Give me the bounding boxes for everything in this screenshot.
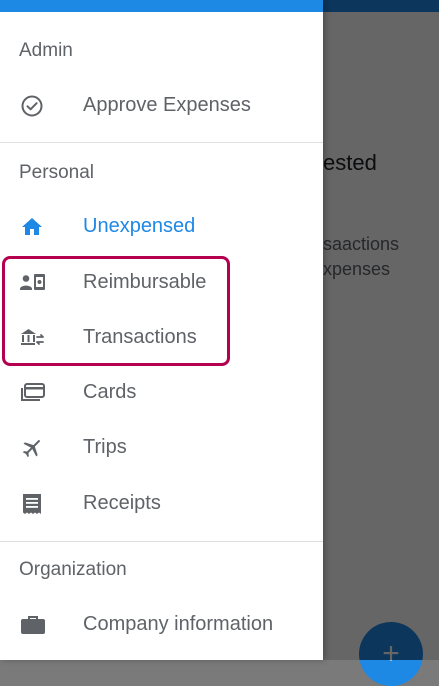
airplane-icon (20, 436, 44, 460)
nav-item-unexpensed[interactable]: Unexpensed (0, 200, 323, 254)
home-icon (20, 215, 44, 239)
nav-item-label: Approve Expenses (83, 94, 251, 116)
section-title-personal: Personal (19, 162, 94, 183)
nav-item-label: Unexpensed (83, 215, 196, 237)
drawer-top-bar (0, 0, 323, 12)
nav-item-cards[interactable]: Cards (0, 366, 323, 420)
nav-item-label: Cards (83, 381, 137, 403)
cards-icon (20, 381, 45, 405)
nav-item-receipts[interactable]: Receipts (0, 477, 323, 531)
nav-item-label: Receipts (83, 492, 161, 514)
nav-item-company-information[interactable]: Company information (0, 598, 323, 652)
navigation-drawer: Admin Approve Expenses Personal Unexpens… (0, 0, 323, 660)
divider (0, 142, 323, 143)
divider (0, 541, 323, 542)
check-circle-icon (20, 94, 44, 118)
nav-item-label: Company information (83, 613, 274, 635)
briefcase-icon (20, 613, 45, 637)
highlight-annotation (2, 256, 230, 366)
section-title-admin: Admin (19, 40, 73, 61)
section-title-organization: Organization (19, 559, 127, 580)
receipt-icon (20, 492, 44, 516)
nav-item-trips[interactable]: Trips (0, 421, 323, 475)
nav-item-approve-expenses[interactable]: Approve Expenses (0, 79, 323, 133)
nav-item-label: Trips (83, 436, 127, 458)
